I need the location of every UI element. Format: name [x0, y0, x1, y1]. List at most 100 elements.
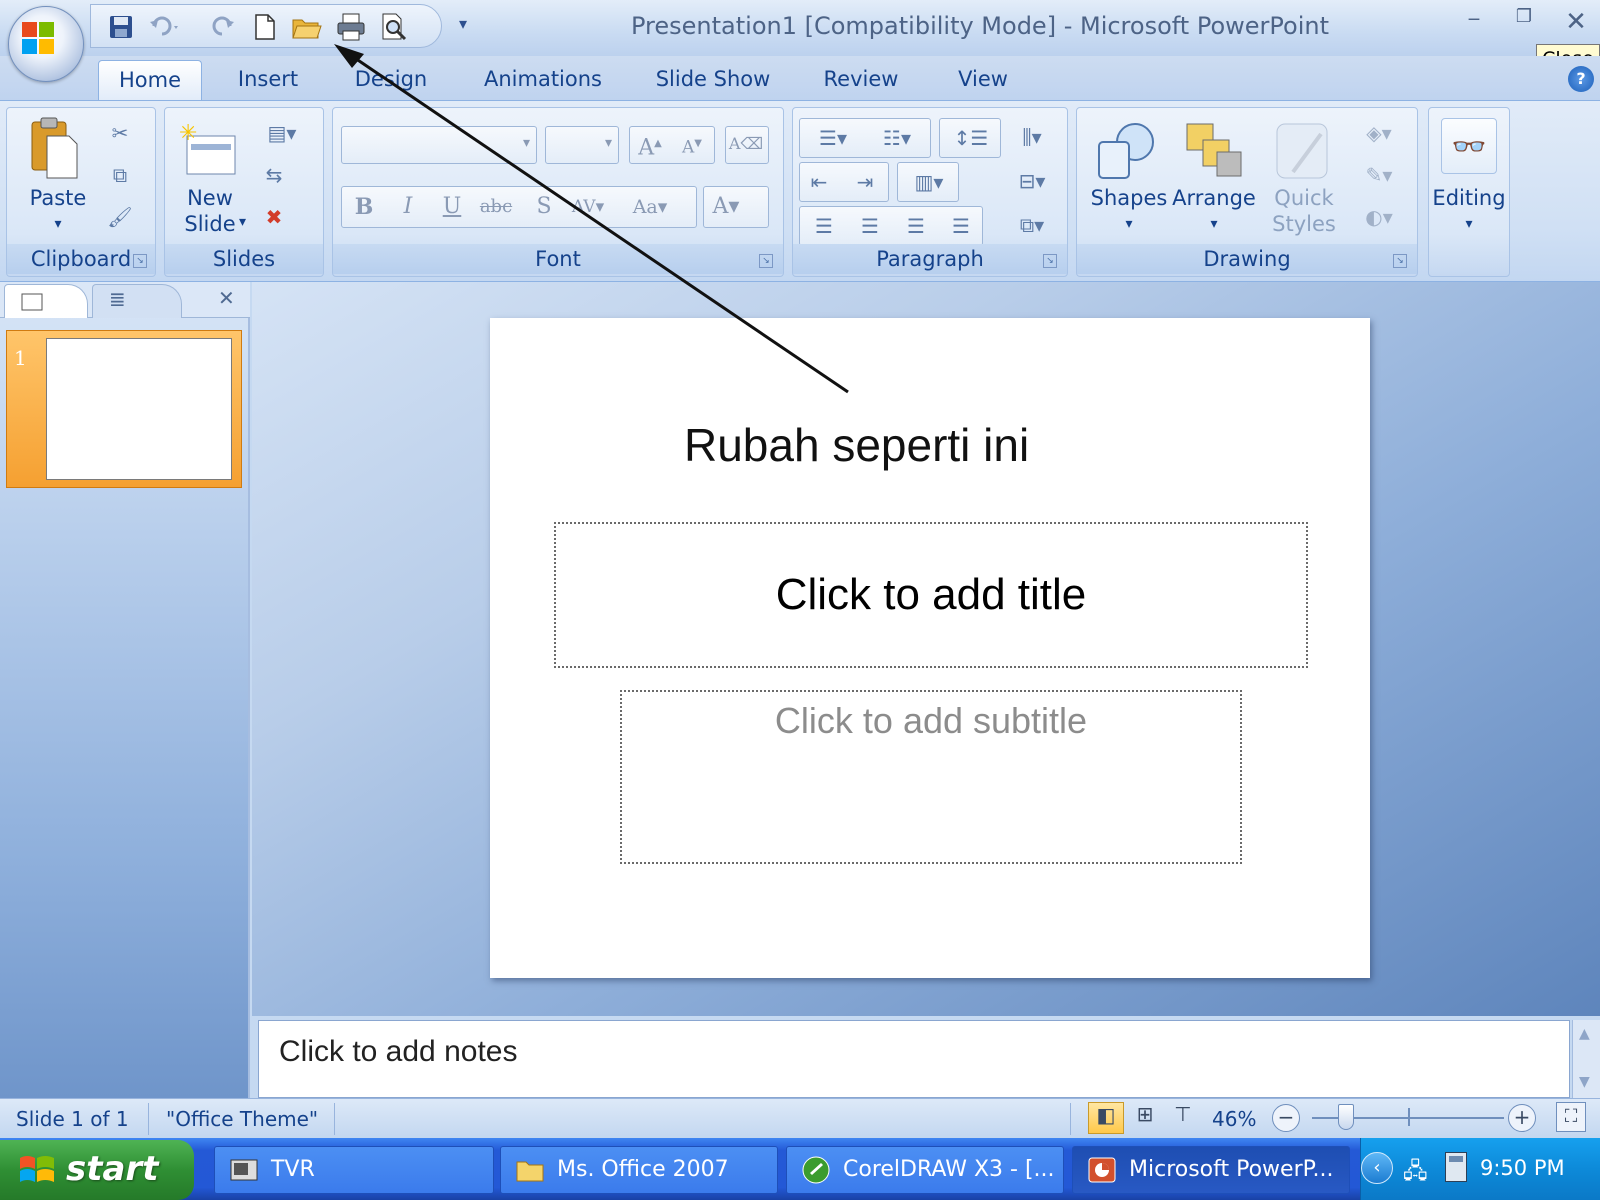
clear-formatting-icon[interactable]: A⌫: [725, 126, 769, 164]
quick-styles-label-line2[interactable]: Styles: [1259, 212, 1349, 236]
bold-icon[interactable]: B: [344, 190, 384, 224]
smartart-convert-icon[interactable]: ⧉▾: [1005, 210, 1059, 240]
shadow-icon[interactable]: S: [524, 190, 564, 224]
character-spacing-icon[interactable]: AV▾: [568, 190, 608, 224]
shrink-font-icon[interactable]: A▼: [672, 127, 712, 161]
network-icon[interactable]: 🖧: [1403, 1154, 1428, 1192]
save-icon[interactable]: [105, 11, 137, 43]
tab-view[interactable]: View: [944, 60, 1022, 100]
text-direction-icon[interactable]: ⫼▾: [1005, 122, 1059, 152]
scroll-up-icon[interactable]: ▲: [1579, 1026, 1590, 1042]
align-text-icon[interactable]: ⊟▾: [1005, 166, 1059, 196]
font-color-icon[interactable]: A▾: [703, 186, 769, 228]
redo-icon[interactable]: [207, 11, 239, 43]
arrange-dropdown-icon[interactable]: ▾: [1169, 212, 1259, 236]
zoom-slider-handle[interactable]: [1338, 1104, 1354, 1130]
scroll-down-icon[interactable]: ▼: [1579, 1074, 1590, 1090]
taskbar-item-coreldraw[interactable]: CorelDRAW X3 - [...: [786, 1146, 1064, 1194]
taskbar-item-powerpoint[interactable]: Microsoft PowerP...: [1072, 1146, 1350, 1194]
slide-show-view-icon[interactable]: ⊤: [1166, 1102, 1200, 1134]
arrange-icon[interactable]: [1183, 118, 1245, 180]
clipboard-launcher-icon[interactable]: ↘: [133, 254, 147, 268]
paste-dropdown-icon[interactable]: ▾: [13, 212, 103, 236]
align-center-icon[interactable]: ☰: [848, 211, 892, 241]
shape-outline-icon[interactable]: ✎▾: [1353, 160, 1405, 190]
undo-icon[interactable]: [145, 11, 185, 43]
help-icon[interactable]: ?: [1568, 66, 1594, 92]
new-document-icon[interactable]: [249, 11, 281, 43]
paste-icon[interactable]: [29, 116, 79, 180]
change-case-icon[interactable]: Aa▾: [630, 190, 670, 224]
quick-styles-icon[interactable]: [1273, 120, 1331, 182]
fit-to-window-icon[interactable]: ⛶: [1556, 1102, 1586, 1132]
shapes-label[interactable]: Shapes: [1085, 186, 1173, 210]
calculator-icon[interactable]: [1445, 1152, 1467, 1182]
close-pane-icon[interactable]: ✕: [218, 286, 235, 310]
zoom-in-icon[interactable]: +: [1508, 1104, 1536, 1132]
print-preview-icon[interactable]: [379, 11, 411, 43]
normal-view-icon[interactable]: ◧: [1088, 1102, 1124, 1134]
shapes-icon[interactable]: [1095, 120, 1157, 182]
reset-slide-icon[interactable]: ⇆: [259, 160, 289, 190]
new-slide-dropdown-icon[interactable]: ▾: [239, 214, 246, 230]
new-slide-label-line1[interactable]: New: [175, 186, 245, 210]
tab-outline[interactable]: ≣: [92, 284, 182, 318]
font-launcher-icon[interactable]: ↘: [759, 254, 773, 268]
taskbar-item-ms-office-folder[interactable]: Ms. Office 2007: [500, 1146, 778, 1194]
new-slide-label-line2[interactable]: Slide: [175, 212, 245, 236]
tab-home[interactable]: Home: [98, 60, 202, 100]
zoom-level[interactable]: 46%: [1212, 1107, 1256, 1131]
align-left-icon[interactable]: ☰: [802, 211, 846, 241]
align-right-icon[interactable]: ☰: [894, 211, 938, 241]
copy-icon[interactable]: ⧉: [105, 160, 135, 190]
columns-icon[interactable]: ▥▾: [897, 162, 959, 202]
slide-sorter-icon[interactable]: ⊞: [1128, 1102, 1162, 1134]
binoculars-icon[interactable]: 👓: [1441, 118, 1497, 174]
editing-dropdown-icon[interactable]: ▾: [1429, 212, 1509, 236]
bullets-icon[interactable]: ☰▾: [804, 123, 862, 153]
paste-label[interactable]: Paste: [13, 186, 103, 210]
editing-label[interactable]: Editing: [1429, 186, 1509, 210]
numbering-icon[interactable]: ☷▾: [868, 123, 926, 153]
taskbar-item-tvr[interactable]: TVR: [214, 1146, 494, 1194]
title-placeholder[interactable]: Click to add title: [554, 522, 1308, 668]
line-spacing-icon[interactable]: ↕☰: [939, 118, 1001, 158]
notes-pane[interactable]: Click to add notes: [258, 1020, 1570, 1098]
subtitle-placeholder[interactable]: Click to add subtitle: [620, 690, 1242, 864]
strikethrough-icon[interactable]: abc: [476, 190, 516, 224]
shapes-dropdown-icon[interactable]: ▾: [1085, 212, 1173, 236]
tab-animations[interactable]: Animations: [472, 60, 614, 100]
zoom-out-icon[interactable]: −: [1272, 1104, 1300, 1132]
open-folder-icon[interactable]: [291, 11, 323, 43]
new-slide-icon[interactable]: ✳: [179, 121, 239, 178]
delete-slide-icon[interactable]: ✖: [259, 202, 289, 232]
cut-icon[interactable]: ✂: [105, 118, 135, 148]
tab-design[interactable]: Design: [338, 60, 444, 100]
font-name-combo[interactable]: ▾: [341, 126, 537, 164]
increase-indent-icon[interactable]: ⇥: [850, 167, 880, 197]
start-button[interactable]: start: [0, 1140, 194, 1200]
print-icon[interactable]: [335, 11, 367, 43]
shape-effects-icon[interactable]: ◐▾: [1353, 202, 1405, 232]
tray-expand-icon[interactable]: ‹: [1361, 1152, 1393, 1184]
format-painter-icon[interactable]: 🖌: [105, 202, 135, 232]
notes-scrollbar[interactable]: ▲ ▼: [1572, 1020, 1600, 1098]
shape-fill-icon[interactable]: ◈▾: [1353, 118, 1405, 148]
slide-thumbnail[interactable]: [46, 338, 232, 480]
italic-icon[interactable]: I: [388, 190, 428, 224]
grow-font-icon[interactable]: A▲: [630, 127, 670, 161]
decrease-indent-icon[interactable]: ⇤: [804, 167, 834, 197]
layout-icon[interactable]: ▤▾: [259, 118, 305, 148]
underline-icon[interactable]: U: [432, 190, 472, 224]
minimize-button[interactable]: ‒: [1460, 6, 1488, 34]
drawing-launcher-icon[interactable]: ↘: [1393, 254, 1407, 268]
close-button[interactable]: ✕: [1552, 0, 1600, 44]
quick-styles-label-line1[interactable]: Quick: [1259, 186, 1349, 210]
tab-insert[interactable]: Insert: [220, 60, 316, 100]
customize-dropdown-icon[interactable]: ▾: [452, 14, 474, 36]
font-size-combo[interactable]: ▾: [545, 126, 619, 164]
tab-slide-show[interactable]: Slide Show: [642, 60, 784, 100]
tab-review[interactable]: Review: [812, 60, 910, 100]
arrange-label[interactable]: Arrange: [1169, 186, 1259, 210]
justify-icon[interactable]: ☰: [940, 211, 982, 241]
